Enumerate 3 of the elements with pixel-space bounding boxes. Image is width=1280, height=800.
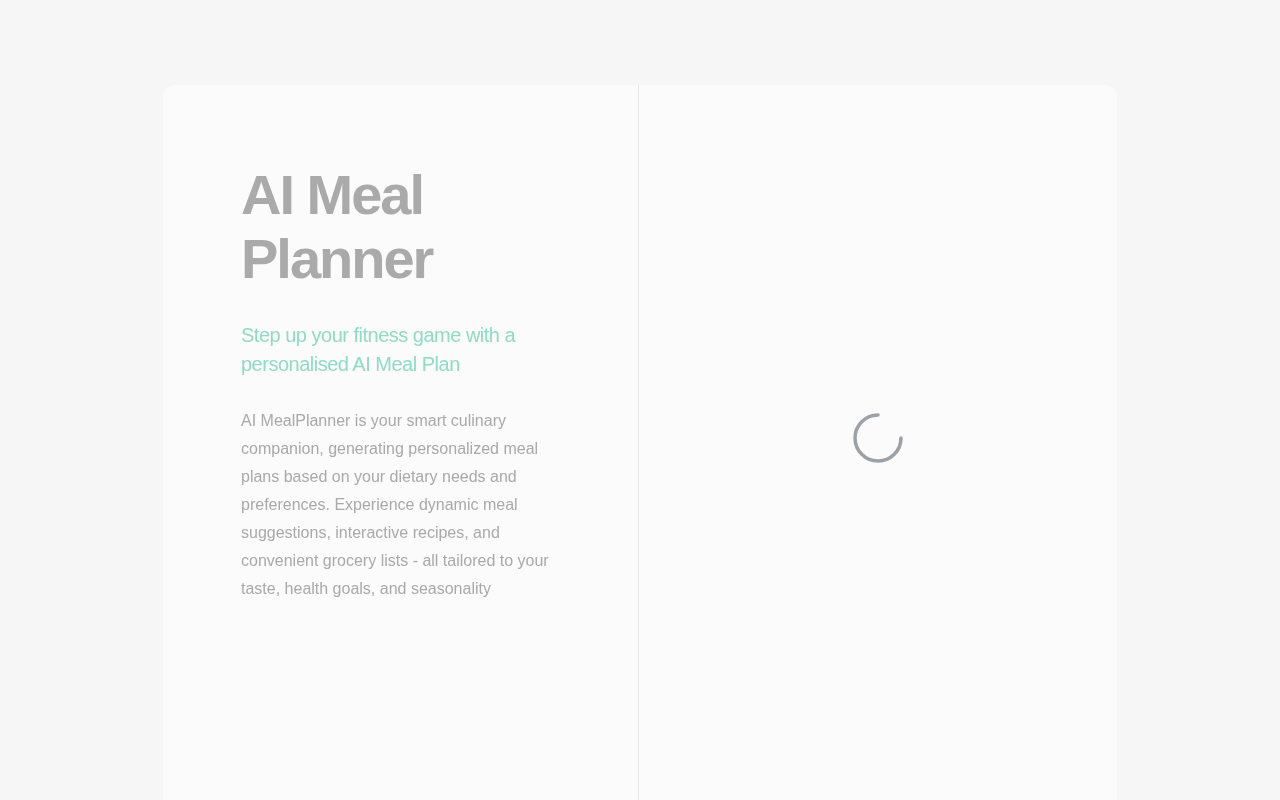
app-title: AI Meal Planner bbox=[241, 163, 434, 291]
description: AI MealPlanner is your smart culinary companion, generating personalized meal plans based on your dietary needs and preferences. Experience dynamic meal suggestions, interactive recipes, and convenient grocery lists - all tailored to your taste, health goals, and seasonality bbox=[241, 411, 550, 599]
subtitle: Step up your fitness game with a personalised AI Meal Plan bbox=[241, 323, 517, 377]
